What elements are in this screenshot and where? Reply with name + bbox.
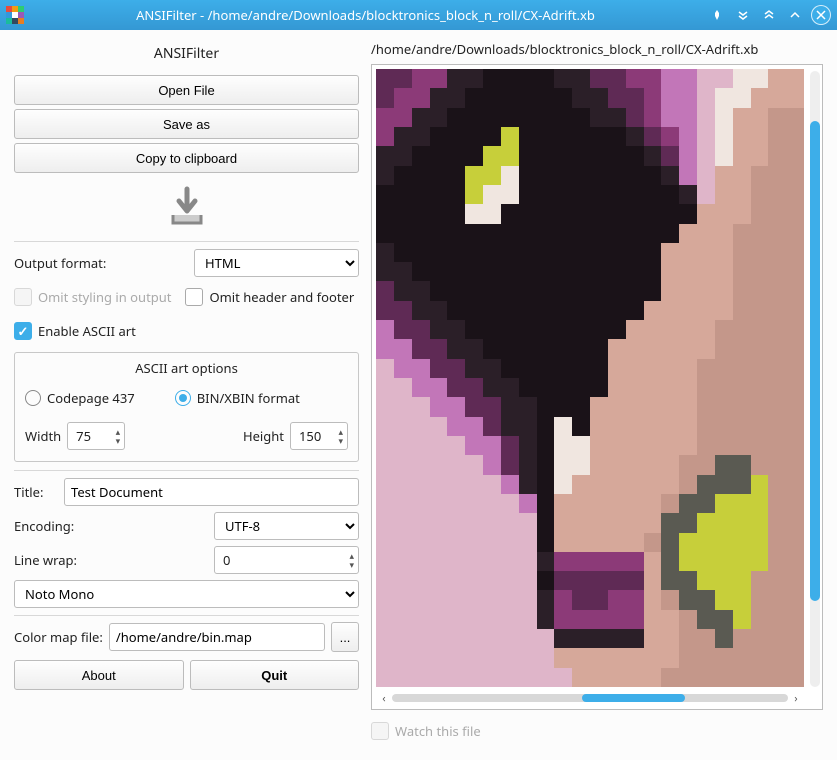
binxbin-label: BIN/XBIN format (197, 389, 300, 407)
app-name-label: ANSIFilter (14, 40, 359, 71)
open-file-button[interactable]: Open File (14, 75, 359, 105)
watch-file-checkbox: Watch this file (371, 722, 481, 740)
line-wrap-spinner[interactable]: 0 ▴▾ (214, 546, 359, 574)
height-label: Height (243, 427, 284, 445)
pin-icon[interactable] (707, 5, 727, 25)
scroll-right-icon: › (790, 691, 802, 706)
omit-styling-checkbox: Omit styling in output (14, 288, 171, 306)
preview-area: ‹ › (371, 64, 823, 710)
font-select[interactable]: Noto Mono (14, 580, 359, 608)
horizontal-scrollbar[interactable]: ‹ › (378, 691, 802, 705)
window-title: ANSIFilter - /home/andre/Downloads/block… (30, 6, 701, 24)
save-as-button[interactable]: Save as (14, 109, 359, 139)
binxbin-radio[interactable]: BIN/XBIN format (175, 389, 300, 407)
omit-styling-label: Omit styling in output (38, 288, 171, 306)
width-label: Width (25, 427, 61, 445)
about-button[interactable]: About (14, 660, 184, 690)
colormap-label: Color map file: (14, 628, 103, 646)
double-up-icon[interactable] (759, 5, 779, 25)
omit-header-checkbox[interactable]: Omit header and footer (185, 288, 354, 306)
browse-button[interactable]: ... (331, 622, 359, 652)
ascii-options-group: ASCII art options Codepage 437 BIN/XBIN … (14, 352, 359, 462)
ascii-options-legend: ASCII art options (25, 359, 348, 383)
title-input[interactable] (64, 478, 359, 506)
ansi-art-preview (376, 69, 804, 687)
close-icon[interactable] (811, 5, 831, 25)
right-panel: /home/andre/Downloads/blocktronics_block… (371, 40, 823, 746)
width-spinner[interactable]: 75 ▴▾ (67, 422, 125, 450)
omit-header-label: Omit header and footer (209, 288, 354, 306)
colormap-input[interactable] (109, 623, 325, 651)
titlebar: ANSIFilter - /home/andre/Downloads/block… (0, 0, 837, 30)
download-icon (14, 177, 359, 235)
title-label: Title: (14, 483, 58, 501)
quit-button[interactable]: Quit (190, 660, 360, 690)
app-icon (6, 6, 24, 24)
output-format-select[interactable]: HTML (194, 249, 359, 277)
preview-path-label: /home/andre/Downloads/blocktronics_block… (371, 40, 823, 64)
enable-ascii-checkbox[interactable]: Enable ASCII art (14, 322, 136, 340)
codepage-radio[interactable]: Codepage 437 (25, 389, 135, 407)
vertical-scrollbar[interactable] (810, 71, 820, 687)
line-wrap-label: Line wrap: (14, 551, 77, 569)
encoding-select[interactable]: UTF-8 (214, 512, 359, 540)
copy-clipboard-button[interactable]: Copy to clipboard (14, 143, 359, 173)
maximize-icon[interactable] (785, 5, 805, 25)
codepage-label: Codepage 437 (47, 389, 135, 407)
double-down-icon[interactable] (733, 5, 753, 25)
output-format-label: Output format: (14, 254, 106, 272)
encoding-label: Encoding: (14, 517, 74, 535)
height-spinner[interactable]: 150 ▴▾ (290, 422, 348, 450)
enable-ascii-label: Enable ASCII art (38, 322, 136, 340)
left-panel: ANSIFilter Open File Save as Copy to cli… (14, 40, 359, 746)
watch-file-label: Watch this file (395, 722, 481, 740)
scroll-left-icon: ‹ (378, 691, 390, 706)
